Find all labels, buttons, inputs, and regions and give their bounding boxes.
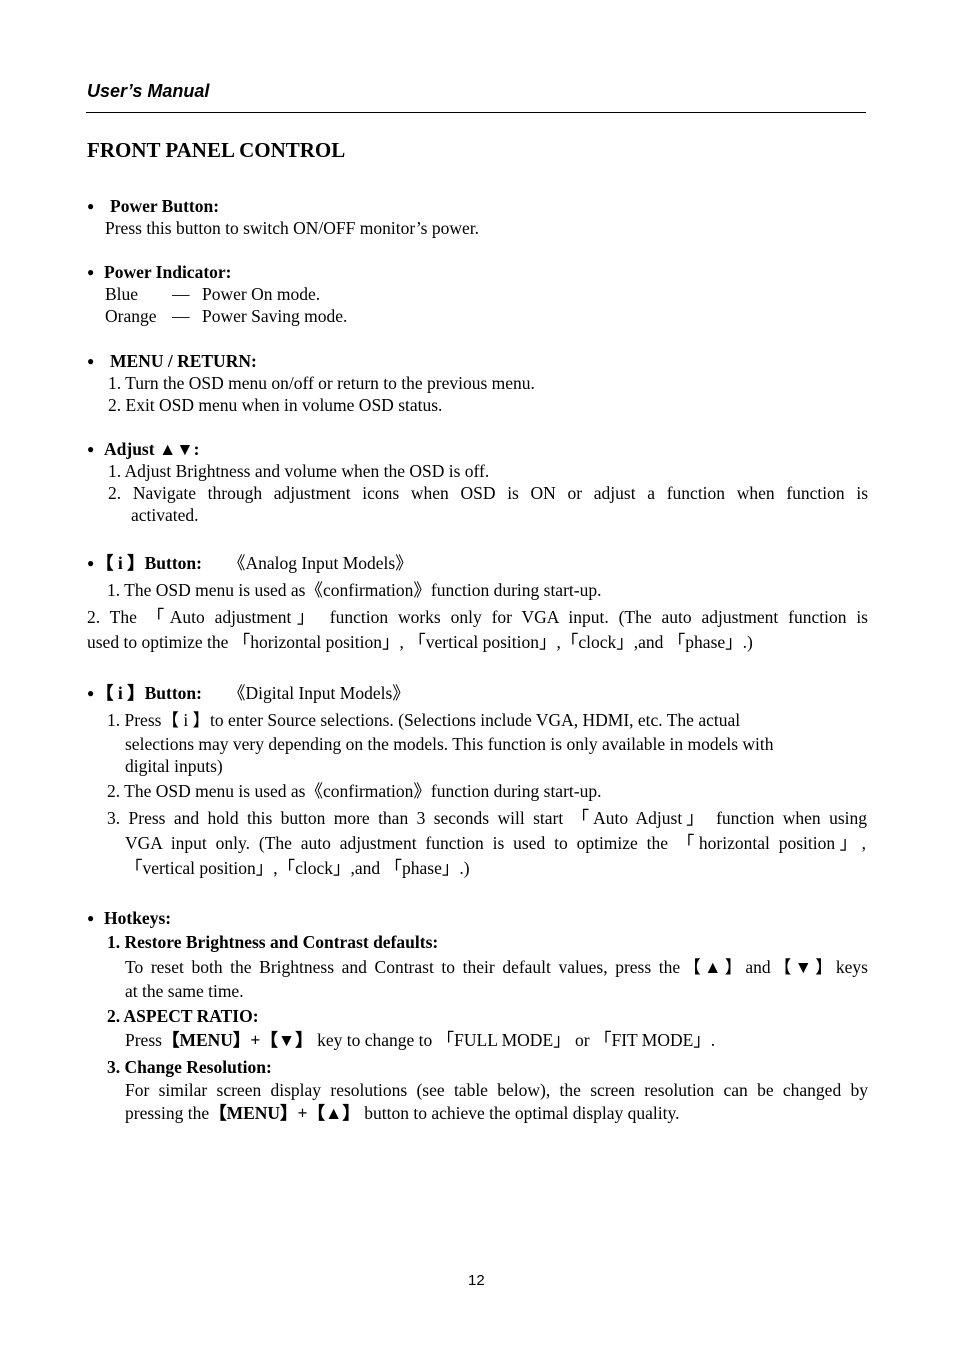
bullet-icon: ●	[87, 911, 95, 925]
list-item: 2. Exit OSD menu when in volume OSD stat…	[108, 395, 443, 415]
section-subtitle: 《Analog Input Models》	[228, 553, 413, 573]
indicator-dash: —	[172, 306, 190, 326]
list-item-continuation: digital inputs)	[125, 756, 223, 776]
bullet-icon: ●	[87, 442, 95, 456]
list-item: 2. The OSD menu is used as《confirmation》…	[107, 781, 602, 801]
bullet-icon: ●	[87, 199, 95, 213]
hotkey-heading-aspect: 2. ASPECT RATIO:	[107, 1006, 259, 1026]
hotkey-keys: 【MENU】+【▲】	[209, 1103, 360, 1123]
section-heading: 【 i 】Button:	[96, 553, 202, 573]
header-divider	[86, 112, 866, 113]
hotkey-text-post: key to change to 「FULL MODE」 or 「FIT MOD…	[317, 1030, 716, 1050]
list-item-continuation: activated.	[131, 505, 199, 525]
hotkey-text: pressing the【MENU】+【▲】 button to achieve…	[125, 1102, 680, 1124]
list-item-continuation: used to optimize the 「horizontal positio…	[87, 632, 753, 652]
list-item: 1. Adjust Brightness and volume when the…	[108, 461, 490, 481]
list-item: 2. Navigate through adjustment icons whe…	[108, 483, 868, 503]
section-heading: Power Button:	[110, 196, 220, 216]
list-item: 2. The 「Auto adjustment」 function works …	[87, 607, 868, 627]
indicator-mode: Power On mode.	[202, 284, 321, 304]
indicator-color: Blue	[105, 284, 139, 304]
list-item: 1. Press【 i 】to enter Source selections.…	[107, 710, 741, 730]
hotkey-keys: 【MENU】+【▼】	[161, 1030, 313, 1050]
hotkey-text: at the same time.	[125, 981, 244, 1001]
hotkey-text-pre: Press	[125, 1030, 162, 1050]
page-title: FRONT PANEL CONTROL	[87, 138, 346, 162]
list-item: 1. The OSD menu is used as《confirmation》…	[107, 580, 602, 600]
section-heading: 【 i 】Button:	[96, 683, 202, 703]
bullet-icon: ●	[87, 265, 95, 279]
bullet-icon: ●	[87, 354, 95, 368]
page-number: 12	[468, 1272, 485, 1289]
bullet-icon: ●	[87, 686, 95, 700]
section-heading: Hotkeys:	[104, 908, 172, 928]
list-item-continuation: 「vertical position」,「clock」,and 「phase」.…	[125, 858, 470, 878]
bullet-icon: ●	[87, 556, 95, 570]
indicator-dash: —	[172, 284, 190, 304]
list-item-continuation: selections may very depending on the mod…	[125, 734, 774, 754]
hotkey-text: For similar screen display resolutions (…	[125, 1080, 868, 1100]
list-item-continuation: VGA input only. (The auto adjustment fun…	[125, 833, 866, 853]
list-item: 3. Press and hold this button more than …	[107, 808, 867, 828]
section-heading: Adjust ▲▼:	[104, 439, 200, 459]
section-subtitle: 《Digital Input Models》	[228, 683, 410, 703]
hotkey-heading-resolution: 3. Change Resolution:	[107, 1057, 272, 1077]
indicator-mode: Power Saving mode.	[202, 306, 348, 326]
indicator-color: Orange	[105, 306, 157, 326]
hotkey-heading-restore: 1. Restore Brightness and Contrast defau…	[107, 932, 439, 952]
section-text: Press this button to switch ON/OFF monit…	[105, 218, 480, 238]
hotkey-text-pre: pressing the	[125, 1103, 210, 1123]
list-item: 1. Turn the OSD menu on/off or return to…	[108, 373, 535, 393]
section-heading: Power Indicator:	[104, 262, 232, 282]
hotkey-text: To reset both the Brightness and Contras…	[125, 957, 868, 977]
section-heading: MENU / RETURN:	[110, 351, 257, 371]
header-title: User’s Manual	[87, 81, 210, 101]
hotkey-text-post: button to achieve the optimal display qu…	[364, 1103, 680, 1123]
hotkey-text: Press【MENU】+【▼】 key to change to 「FULL M…	[125, 1029, 715, 1051]
